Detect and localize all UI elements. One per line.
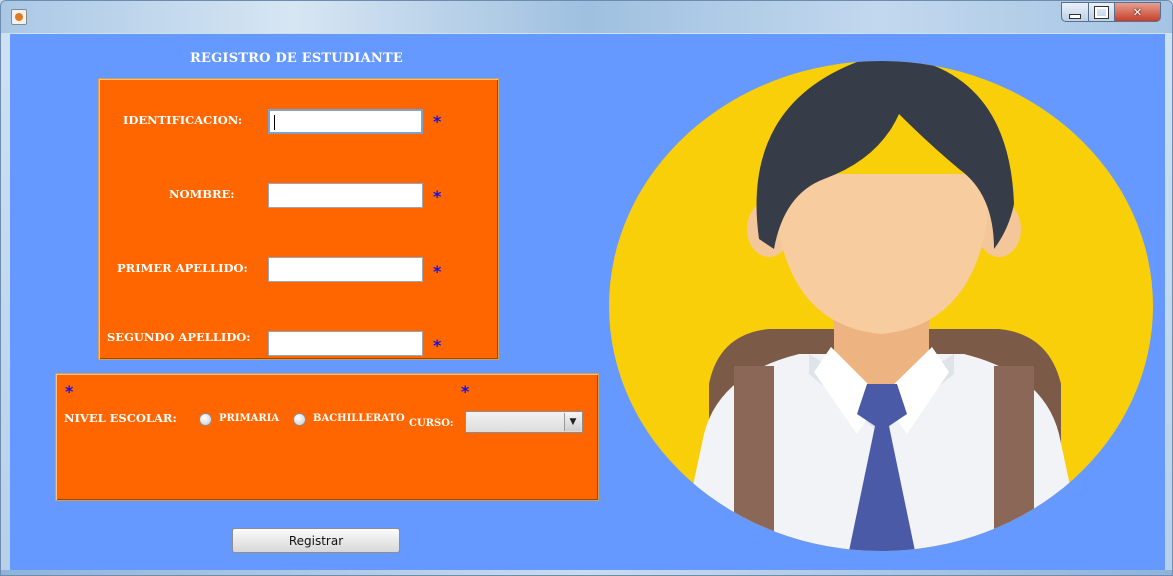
primaria-radio[interactable] [199, 413, 212, 426]
bachillerato-label[interactable]: BACHILLERATO [313, 413, 405, 424]
curso-required-mark: * [461, 382, 470, 401]
personal-data-panel: IDENTIFICACION: * NOMBRE: * PRIMER APELL… [98, 78, 499, 360]
identificacion-input[interactable] [268, 109, 423, 134]
close-icon: ✕ [1132, 5, 1143, 19]
java-app-icon[interactable] [11, 9, 27, 25]
school-level-panel: * NIVEL ESCOLAR: PRIMARIA BACHILLERATO *… [55, 373, 599, 501]
nombre-input[interactable] [268, 183, 423, 208]
maximize-button[interactable] [1088, 2, 1115, 22]
nivel-escolar-label: NIVEL ESCOLAR: [64, 411, 177, 425]
content-pane: REGISTRO DE ESTUDIANTE IDENTIFICACION: *… [10, 34, 1165, 570]
student-avatar-illustration [609, 61, 1153, 551]
window-bottom-border [1, 570, 1172, 575]
text-caret [274, 115, 275, 130]
primer-apellido-input[interactable] [268, 257, 423, 282]
primer-apellido-required-mark: * [433, 262, 442, 281]
close-button[interactable]: ✕ [1114, 2, 1161, 22]
primaria-label[interactable]: PRIMARIA [219, 413, 279, 424]
primer-apellido-label: PRIMER APELLIDO: [117, 261, 248, 275]
app-window: ✕ REGISTRO DE ESTUDIANTE IDENTIFICACION:… [0, 0, 1173, 576]
nivel-required-mark: * [65, 382, 74, 401]
backpack-strap-left [734, 366, 774, 551]
dropdown-arrow-icon[interactable]: ▼ [564, 413, 581, 431]
title-bar[interactable]: ✕ [1, 1, 1172, 33]
identificacion-required-mark: * [433, 112, 442, 131]
segundo-apellido-input[interactable] [268, 331, 423, 356]
nombre-label: NOMBRE: [169, 187, 235, 201]
backpack-strap-right [994, 366, 1034, 551]
identificacion-label: IDENTIFICACION: [123, 113, 243, 127]
maximize-icon [1089, 3, 1114, 21]
bachillerato-radio[interactable] [293, 413, 306, 426]
curso-label: CURSO: [409, 418, 454, 429]
form-title: REGISTRO DE ESTUDIANTE [190, 51, 403, 66]
registrar-button[interactable]: Registrar [232, 528, 400, 553]
segundo-apellido-label: SEGUNDO APELLIDO: [107, 330, 251, 344]
curso-dropdown[interactable]: ▼ [465, 411, 583, 433]
minimize-icon [1062, 3, 1088, 21]
nombre-required-mark: * [433, 187, 442, 206]
minimize-button[interactable] [1061, 2, 1089, 22]
segundo-apellido-required-mark: * [433, 336, 442, 355]
